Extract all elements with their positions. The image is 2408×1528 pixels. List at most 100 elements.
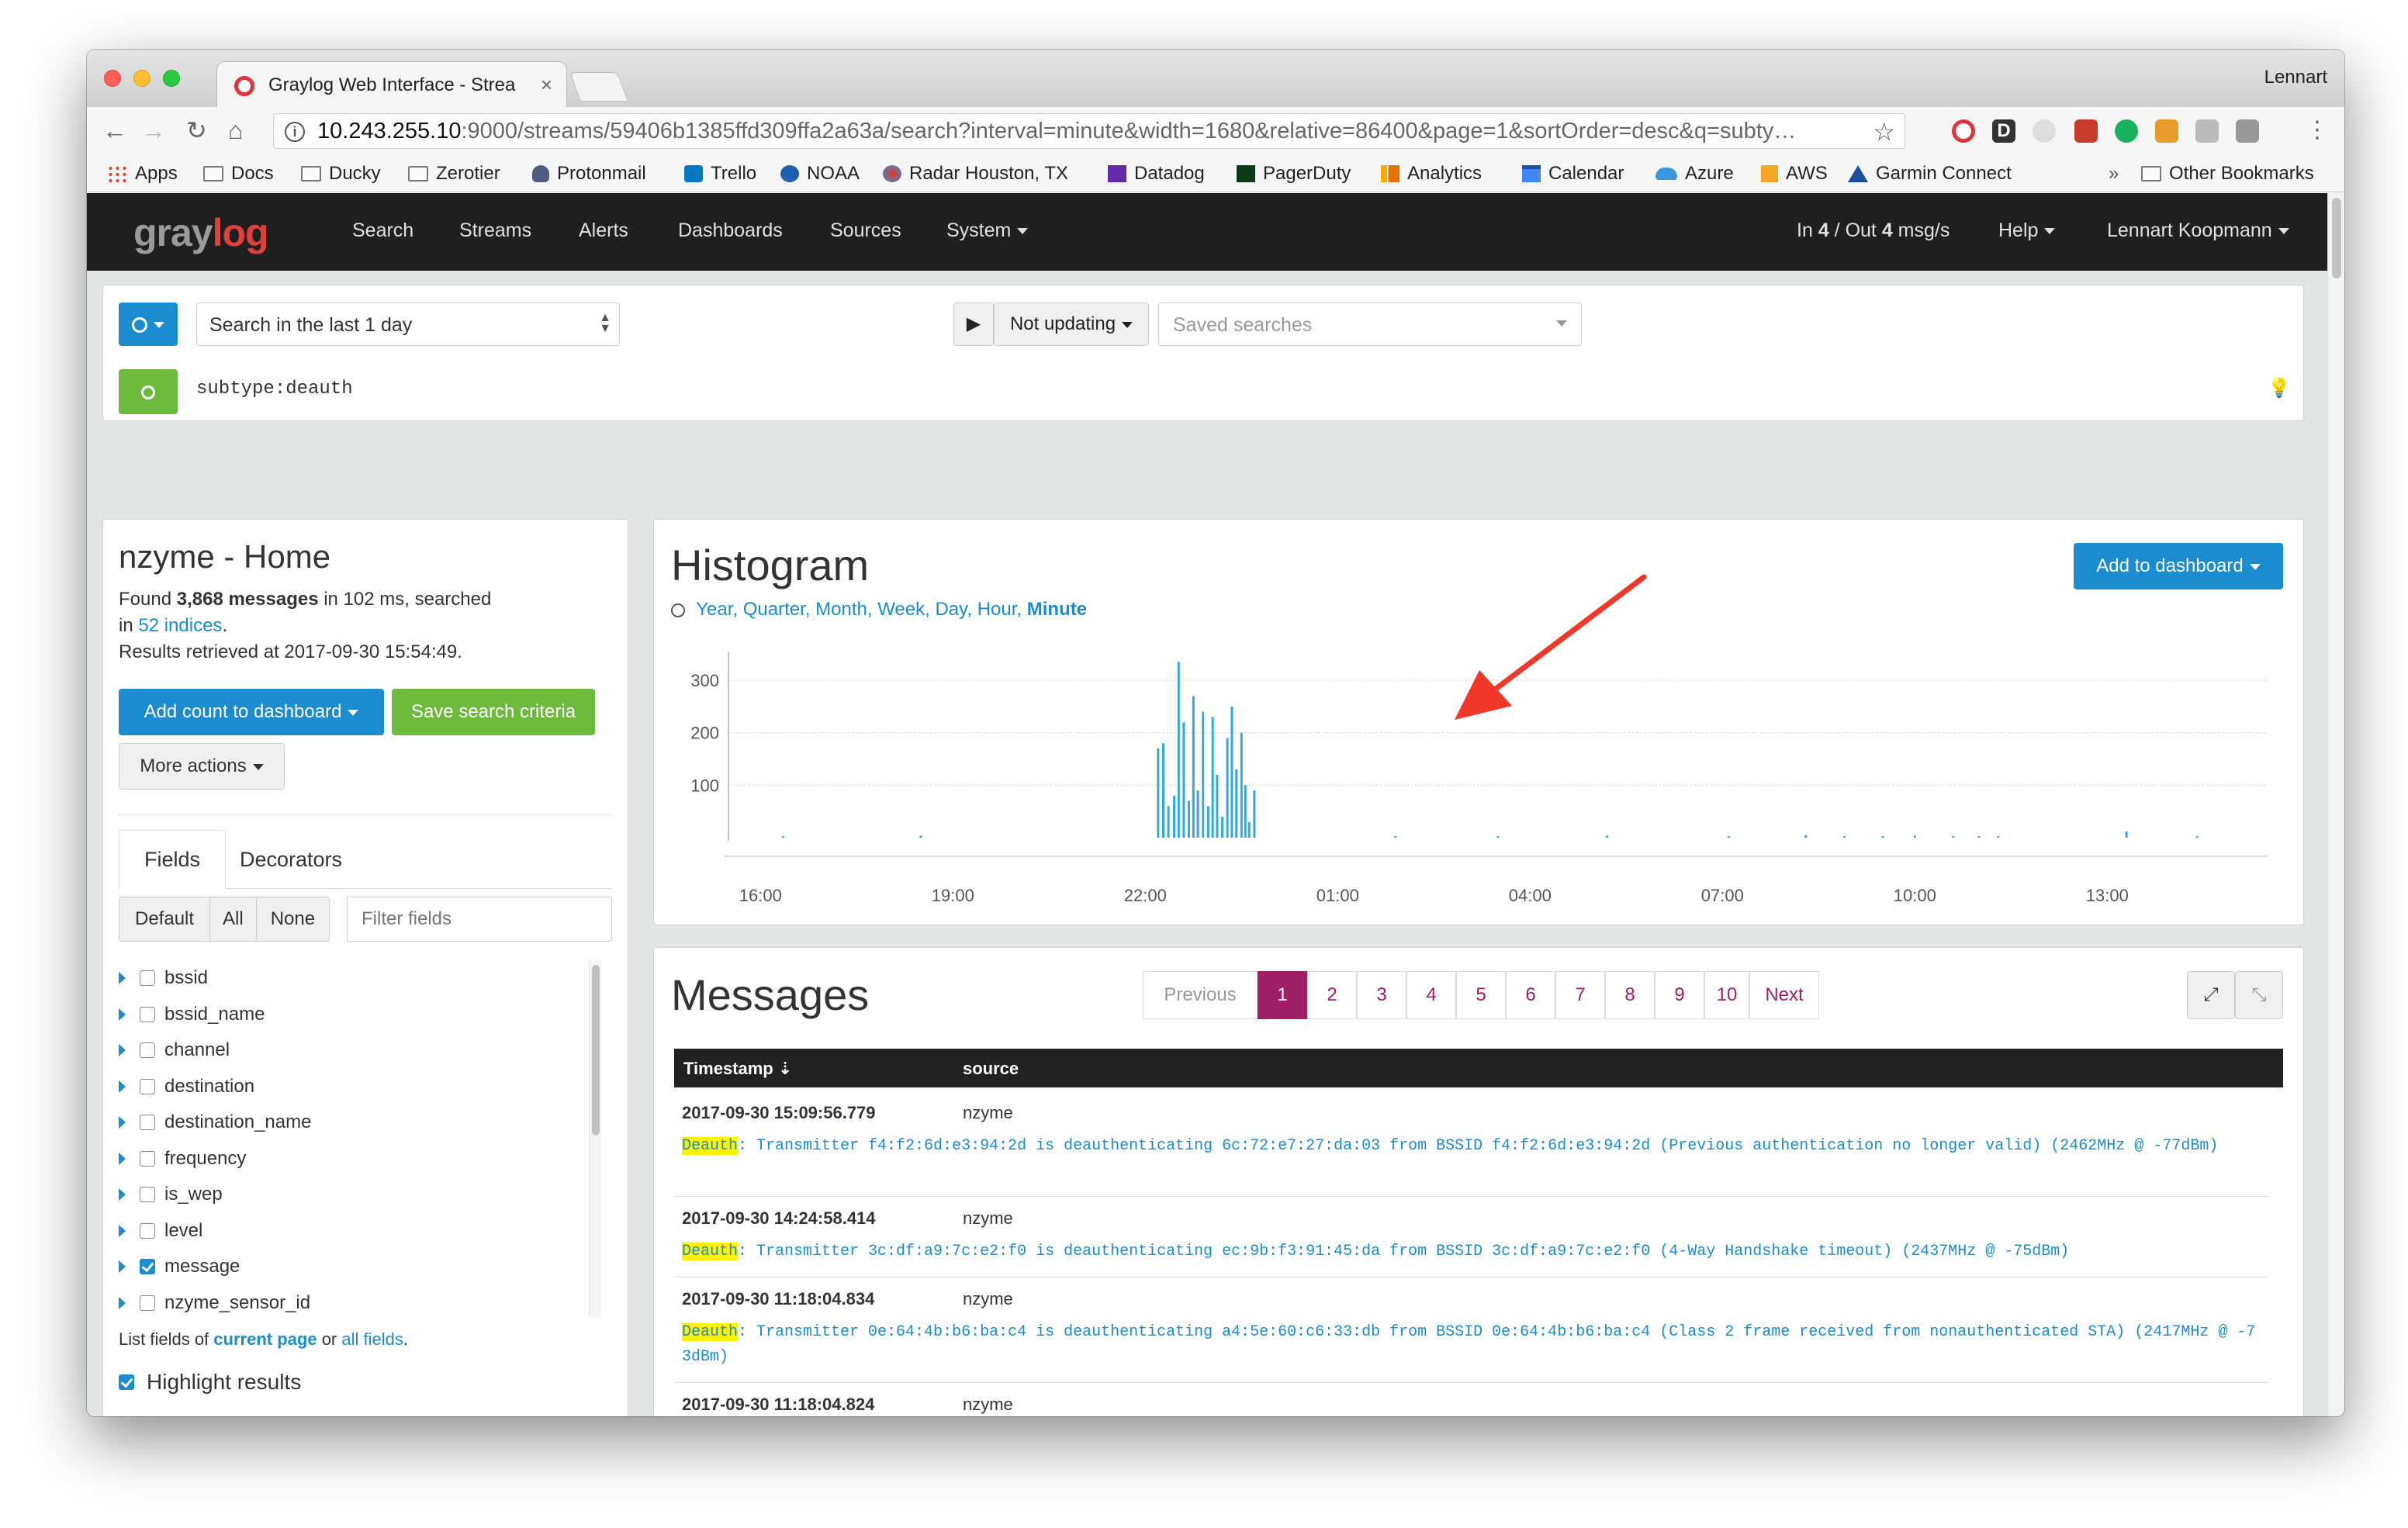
add-count-to-dashboard-button[interactable]: Add count to dashboard <box>119 689 384 735</box>
field-row[interactable]: nzyme_sensor_id <box>119 1285 310 1318</box>
bookmark-noaa[interactable]: NOAA <box>780 163 860 185</box>
expand-field-icon[interactable] <box>119 1260 126 1273</box>
graylog-logo[interactable]: grayloggraylog <box>133 210 269 255</box>
tab-decorators[interactable]: Decorators <box>240 830 364 889</box>
grammarly-extension-icon[interactable] <box>2115 119 2138 143</box>
expand-field-icon[interactable] <box>119 1188 126 1201</box>
menu-icon[interactable]: ⋮ <box>2306 116 2329 144</box>
field-row[interactable]: bssid_name <box>119 997 265 1032</box>
expand-field-icon[interactable] <box>119 1116 126 1129</box>
expand-field-icon[interactable] <box>119 972 126 984</box>
message-row[interactable]: 2017-09-30 11:18:04.834 nzyme Deauth: Tran… <box>674 1289 2272 1390</box>
nav-dashboards[interactable]: Dashboards <box>678 220 783 242</box>
pagination-page[interactable]: 6 <box>1506 971 1555 1019</box>
orange-extension-icon[interactable] <box>2155 119 2178 143</box>
maximize-window-icon[interactable] <box>163 70 180 87</box>
add-to-dashboard-button[interactable]: Add to dashboard <box>2074 543 2283 589</box>
opera-extension-icon[interactable] <box>1952 119 1975 143</box>
field-row[interactable]: level <box>119 1213 202 1249</box>
forward-icon[interactable]: → <box>141 116 166 144</box>
pagination-page[interactable]: 7 <box>1555 971 1605 1019</box>
nav-system[interactable]: System <box>946 220 1029 242</box>
expand-field-icon[interactable] <box>119 1296 126 1309</box>
bookmark-trello[interactable]: Trello <box>684 163 756 185</box>
search-submit-button[interactable] <box>119 369 178 414</box>
pagination-previous[interactable]: Previous <box>1143 971 1258 1019</box>
lightbulb-icon[interactable]: 💡 <box>2268 377 2291 399</box>
current-page-link[interactable]: current page <box>213 1329 317 1349</box>
pagination-page[interactable]: 2 <box>1307 971 1357 1019</box>
field-checkbox[interactable] <box>140 970 155 986</box>
auto-refresh-dropdown[interactable]: Not updating <box>994 302 1149 346</box>
address-bar[interactable]: i 10.243.255.10:9000/streams/59406b1385f… <box>273 113 1905 149</box>
pagination-next[interactable]: Next <box>1749 971 1819 1019</box>
field-checkbox[interactable] <box>140 1259 155 1274</box>
field-row[interactable]: frequency <box>119 1141 246 1177</box>
nav-alerts[interactable]: Alerts <box>579 220 628 242</box>
home-icon[interactable]: ⌂ <box>228 116 243 144</box>
collapse-all-button[interactable]: ⤡ <box>2235 971 2283 1019</box>
interval-minute[interactable]: Minute <box>1027 599 1087 620</box>
interval-hour[interactable]: Hour <box>977 599 1017 620</box>
bookmark-other-bookmarks[interactable]: Other Bookmarks <box>2141 163 2314 185</box>
bookmark-zerotier[interactable]: Zerotier <box>408 163 500 185</box>
new-tab-button[interactable] <box>570 73 628 101</box>
field-checkbox[interactable] <box>140 1042 155 1058</box>
source-column-header[interactable]: source <box>963 1059 1019 1079</box>
gray-extension-icon[interactable] <box>2033 119 2056 143</box>
close-tab-icon[interactable]: × <box>541 73 552 97</box>
folder-extension-icon[interactable] <box>2195 119 2219 143</box>
pagination-page[interactable]: 3 <box>1357 971 1406 1019</box>
nav-streams[interactable]: Streams <box>459 220 531 242</box>
nav-user-menu[interactable]: Lennart Koopmann <box>2107 220 2289 242</box>
nav-help[interactable]: Help <box>1998 220 2056 242</box>
back-icon[interactable]: ← <box>102 116 127 144</box>
expand-field-icon[interactable] <box>119 1008 126 1021</box>
pagination-page[interactable]: 9 <box>1655 971 1704 1019</box>
nav-search[interactable]: Search <box>352 220 413 242</box>
profile-name[interactable]: Lennart <box>2264 67 2327 88</box>
pagination-page[interactable]: 1 <box>1258 971 1307 1019</box>
interval-quarter[interactable]: Quarter <box>743 599 805 620</box>
minimize-window-icon[interactable] <box>133 70 150 87</box>
expand-field-icon[interactable] <box>119 1080 126 1093</box>
pagination-page[interactable]: 10 <box>1704 971 1749 1019</box>
field-row[interactable]: message <box>119 1249 240 1284</box>
play-button[interactable]: ▶ <box>953 302 994 346</box>
save-search-criteria-button[interactable]: Save search criteria <box>392 689 595 735</box>
browser-tab[interactable]: Graylog Web Interface - Strea × <box>217 62 566 107</box>
bookmarks-overflow-button[interactable]: » <box>2109 163 2119 185</box>
expand-field-icon[interactable] <box>119 1152 126 1165</box>
expand-field-icon[interactable] <box>119 1224 126 1237</box>
indices-link[interactable]: 52 indices <box>138 615 222 636</box>
bookmark-garmin-connect[interactable]: Garmin Connect <box>1848 163 2012 185</box>
bookmark-apps[interactable]: Apps <box>107 163 178 185</box>
bookmark-analytics[interactable]: Analytics <box>1381 163 1482 185</box>
pagination-page[interactable]: 8 <box>1605 971 1655 1019</box>
interval-month[interactable]: Month <box>815 599 867 620</box>
field-checkbox[interactable] <box>140 1078 155 1094</box>
nav-sources[interactable]: Sources <box>830 220 901 242</box>
white-extension-icon[interactable] <box>2236 119 2259 143</box>
field-row[interactable]: destination_name <box>119 1105 311 1140</box>
red-extension-icon[interactable] <box>2074 119 2098 143</box>
time-range-select[interactable]: Search in the last 1 day ▲ ▼ <box>196 302 620 346</box>
none-fields-button[interactable]: None <box>256 897 330 941</box>
field-checkbox[interactable] <box>140 1187 155 1202</box>
bookmark-star-icon[interactable]: ☆ <box>1873 117 1895 147</box>
highlight-checkbox[interactable] <box>119 1374 134 1390</box>
page-scrollbar[interactable] <box>2327 193 2344 1416</box>
filter-fields-input[interactable] <box>347 897 612 942</box>
search-query-input[interactable]: subtype:deauth <box>196 379 2213 399</box>
bookmark-pagerduty[interactable]: PagerDuty <box>1237 163 1351 185</box>
field-checkbox[interactable] <box>140 1150 155 1167</box>
interval-day[interactable]: Day <box>935 599 967 620</box>
bookmark-datadog[interactable]: Datadog <box>1108 163 1205 185</box>
field-checkbox[interactable] <box>140 1006 155 1022</box>
bookmark-protonmail[interactable]: Protonmail <box>532 163 646 185</box>
bookmark-aws[interactable]: AWS <box>1761 163 1828 185</box>
field-row[interactable]: bssid <box>119 960 208 996</box>
bookmark-docs[interactable]: Docs <box>203 163 274 185</box>
message-row[interactable]: 2017-09-30 11:18:04.824nzymeDeauth: Tran… <box>674 1395 2272 1416</box>
tab-fields[interactable]: Fields <box>119 830 226 889</box>
